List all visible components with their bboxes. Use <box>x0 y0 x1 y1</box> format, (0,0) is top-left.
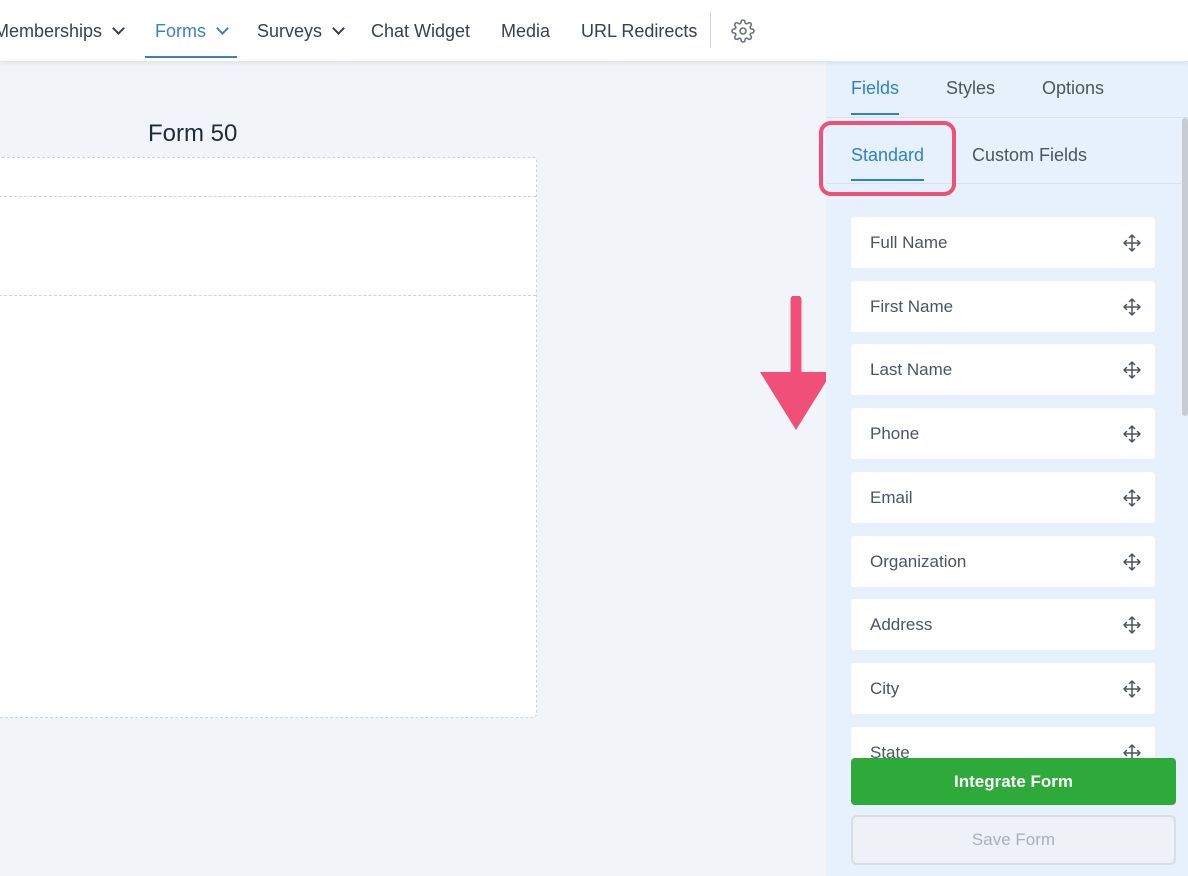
nav-forms[interactable]: Forms <box>145 0 237 62</box>
chevron-down-icon <box>216 22 229 35</box>
move-icon[interactable] <box>1123 489 1141 507</box>
panel-scrollbar[interactable] <box>1182 118 1188 416</box>
move-icon[interactable] <box>1123 234 1141 252</box>
form-preview[interactable] <box>0 157 537 718</box>
standard-field-list: Full Name First Name Last Name Phone Ema… <box>851 217 1155 759</box>
subtab-custom-fields-label: Custom Fields <box>972 145 1088 165</box>
field-organization[interactable]: Organization <box>851 536 1155 587</box>
field-label: Phone <box>870 424 920 443</box>
nav-forms-label: Forms <box>155 20 206 41</box>
field-city[interactable]: City <box>851 663 1155 714</box>
integrate-form-button[interactable]: Integrate Form <box>851 758 1176 805</box>
tab-options[interactable]: Options <box>1042 78 1104 99</box>
save-form-button[interactable]: Save Form <box>851 815 1176 865</box>
nav-url-redirects-label: URL Redirects <box>581 20 698 41</box>
move-icon[interactable] <box>1123 680 1141 698</box>
nav-surveys[interactable]: Surveys <box>257 0 345 62</box>
field-label: State <box>870 743 910 759</box>
field-label: Last Name <box>870 360 953 379</box>
field-state[interactable]: State <box>851 727 1155 759</box>
active-subtab-underline <box>851 179 925 181</box>
field-label: Full Name <box>870 233 948 252</box>
down-arrow-annotation <box>760 296 832 430</box>
nav-surveys-label: Surveys <box>257 20 323 41</box>
move-icon[interactable] <box>1123 298 1141 316</box>
subtab-standard-label: Standard <box>851 145 925 165</box>
field-full-name[interactable]: Full Name <box>851 217 1155 268</box>
chevron-down-icon <box>112 22 125 35</box>
top-navigation: Memberships Forms Surveys Chat Widget Me… <box>0 0 1188 62</box>
gear-icon[interactable] <box>731 19 755 43</box>
nav-memberships-label: Memberships <box>0 20 103 41</box>
subtab-standard[interactable]: Standard <box>851 145 925 181</box>
field-label: Email <box>870 488 913 507</box>
active-tab-underline <box>851 113 900 115</box>
form-row[interactable] <box>0 197 536 296</box>
field-last-name[interactable]: Last Name <box>851 344 1155 395</box>
move-icon[interactable] <box>1123 361 1141 379</box>
chevron-down-icon <box>332 22 345 35</box>
field-phone[interactable]: Phone <box>851 408 1155 459</box>
field-email[interactable]: Email <box>851 472 1155 523</box>
tab-fields-label: Fields <box>851 78 900 98</box>
move-icon[interactable] <box>1123 553 1141 571</box>
nav-url-redirects[interactable]: URL Redirects <box>581 0 697 62</box>
form-builder-panel: Fields Styles Options Standard Custom Fi… <box>819 62 1188 876</box>
field-label: Organization <box>870 552 967 571</box>
nav-chat-widget[interactable]: Chat Widget <box>371 0 470 62</box>
nav-chat-widget-label: Chat Widget <box>371 20 471 41</box>
active-nav-underline <box>145 56 237 58</box>
nav-divider <box>710 12 711 48</box>
tab-styles[interactable]: Styles <box>946 78 995 99</box>
move-icon[interactable] <box>1123 425 1141 443</box>
move-icon[interactable] <box>1123 744 1141 759</box>
move-icon[interactable] <box>1123 616 1141 634</box>
field-label: City <box>870 679 900 698</box>
field-first-name[interactable]: First Name <box>851 281 1155 332</box>
form-row[interactable] <box>0 158 536 197</box>
nav-memberships[interactable]: Memberships <box>0 0 125 62</box>
panel-subtabs: Standard Custom Fields <box>826 118 1181 184</box>
tab-styles-label: Styles <box>946 78 996 98</box>
subtab-custom-fields[interactable]: Custom Fields <box>972 145 1087 166</box>
field-label: First Name <box>870 297 954 316</box>
tab-options-label: Options <box>1042 78 1105 98</box>
nav-media[interactable]: Media <box>501 0 550 62</box>
panel-tabs: Fields Styles Options <box>826 62 1188 118</box>
tab-fields[interactable]: Fields <box>851 78 900 115</box>
nav-media-label: Media <box>501 20 551 41</box>
form-title: Form 50 <box>148 120 238 147</box>
field-label: Address <box>870 615 933 634</box>
field-address[interactable]: Address <box>851 599 1155 650</box>
